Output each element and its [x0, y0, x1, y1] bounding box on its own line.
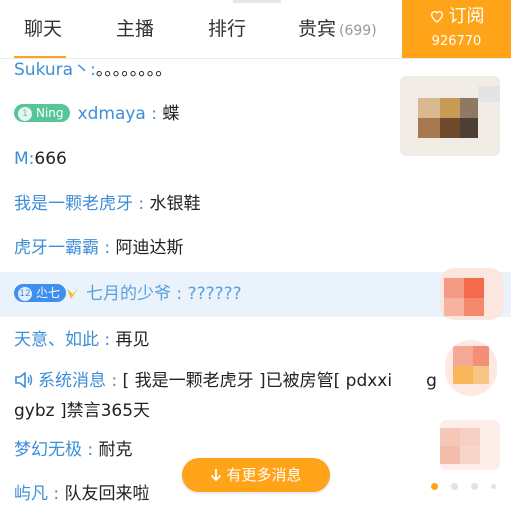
system-text-tail: g — [426, 371, 437, 391]
fan-badge[interactable]: 12 尐七 — [14, 284, 67, 302]
nickname[interactable]: 屿凡 — [14, 484, 48, 504]
message-text: 阿迪达斯 — [115, 238, 184, 258]
gift-avatar — [400, 76, 500, 156]
gift-avatar — [440, 420, 500, 470]
tab-chat-label: 聊天 — [24, 18, 63, 40]
message-text: 666 — [34, 149, 67, 169]
page-dot[interactable] — [451, 483, 458, 490]
badge-label: 尐七 — [36, 286, 61, 300]
heart-icon — [430, 11, 443, 23]
nickname[interactable]: xdmaya — [78, 104, 146, 124]
tab-vip-count: (699) — [339, 23, 377, 39]
chat-message: 我是一颗老虎牙 : 水银鞋 — [14, 192, 201, 216]
fan-badge[interactable]: 1 Ning — [14, 104, 70, 122]
page-dot[interactable] — [491, 484, 496, 489]
badge-label: Ning — [36, 106, 64, 120]
chat-message: Sukura丶:。。。。。。。。 — [14, 58, 172, 82]
tab-rank[interactable]: 排行 — [208, 0, 246, 58]
chat-message: 屿凡 : 队友回来啦 — [14, 482, 150, 506]
page-dot-active[interactable] — [431, 483, 438, 490]
subscribe-label: 订阅 — [448, 6, 485, 27]
message-text: 再见 — [115, 330, 150, 350]
chat-message: 天意、如此 : 再见 — [14, 328, 150, 352]
badge-level: 1 — [18, 107, 32, 121]
tab-vip-label: 贵宾 — [298, 18, 337, 40]
tab-rank-label: 排行 — [208, 18, 247, 40]
page-dot[interactable] — [471, 483, 478, 490]
gift-avatar — [440, 268, 504, 320]
subscribe-count: 926770 — [431, 34, 482, 49]
tab-anchor[interactable]: 主播 — [116, 0, 154, 58]
nickname[interactable]: 我是一颗老虎牙 — [14, 194, 133, 214]
arrow-down-icon — [211, 469, 222, 482]
chat-message: M:666 — [14, 147, 67, 171]
subscribe-button[interactable]: 订阅 926770 — [402, 0, 511, 58]
tab-bar: 聊天 主播 排行 贵宾 (699) 订阅 926770 — [0, 0, 511, 59]
nickname[interactable]: 天意、如此 — [14, 330, 99, 350]
vip-gem-icon — [67, 287, 80, 299]
speaker-icon — [15, 372, 33, 388]
system-text-line1: [ 我是一颗老虎牙 ]已被房管[ pdxxi — [122, 371, 393, 391]
nickname[interactable]: Sukura丶 — [14, 60, 90, 80]
system-message: 系统消息 : [ 我是一颗老虎牙 ]已被房管[ pdxxi g gybz ]禁言3… — [14, 366, 454, 426]
more-messages-button[interactable]: 有更多消息 — [182, 458, 330, 492]
more-messages-label: 有更多消息 — [226, 466, 302, 484]
message-text: 蝶 — [162, 104, 180, 124]
tab-vip[interactable]: 贵宾 (699) — [298, 0, 377, 58]
chat-message: 虎牙一霸霸 : 阿迪达斯 — [14, 236, 184, 260]
message-text: 队友回来啦 — [64, 484, 150, 504]
system-text-line2: gybz ]禁言365天 — [14, 401, 151, 421]
chat-message: 12 尐七 七月的少爷 : ?????? — [14, 282, 242, 306]
nickname[interactable]: 虎牙一霸霸 — [14, 238, 99, 258]
nickname[interactable]: 七月的少爷 — [86, 284, 171, 304]
message-text: ?????? — [187, 284, 242, 304]
system-label: 系统消息 — [38, 371, 106, 391]
message-text: 耐克 — [98, 440, 133, 460]
chat-message: 1 Ning xdmaya : 蝶 — [14, 102, 179, 126]
nickname[interactable]: 梦幻无极 — [14, 440, 82, 460]
tab-chat[interactable]: 聊天 — [24, 0, 62, 58]
badge-level: 12 — [18, 287, 32, 301]
message-text: 。。。。。。。。 — [95, 60, 173, 80]
nickname[interactable]: M — [14, 149, 29, 169]
tab-anchor-label: 主播 — [116, 18, 155, 40]
gift-avatar — [445, 340, 497, 396]
chat-message: 梦幻无极 : 耐克 — [14, 438, 133, 462]
message-text: 水银鞋 — [149, 194, 201, 214]
